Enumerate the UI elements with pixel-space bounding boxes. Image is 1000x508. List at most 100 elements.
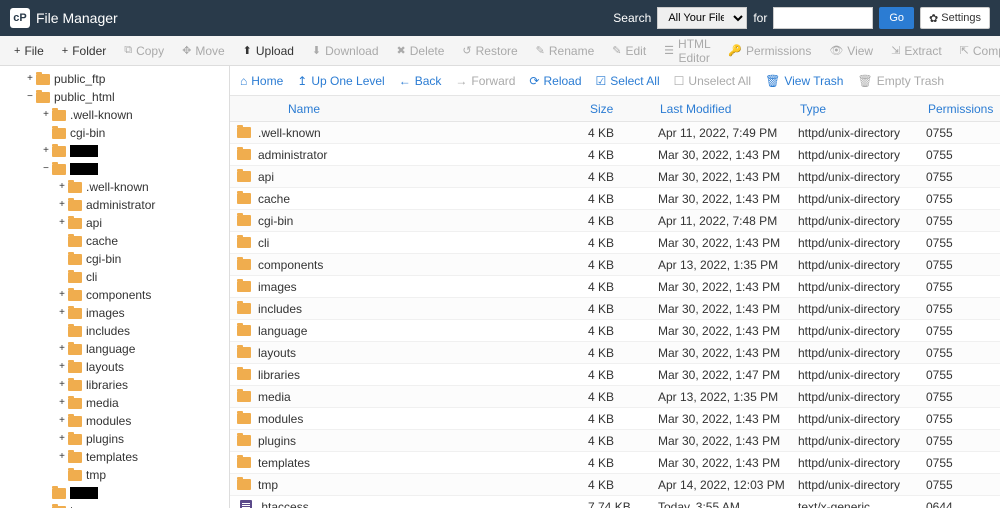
tree-item[interactable]: − — [0, 160, 229, 178]
expander-icon[interactable]: + — [56, 434, 68, 445]
expander-icon[interactable]: + — [56, 398, 68, 409]
extract-button[interactable]: ⇲Extract — [883, 40, 950, 62]
tree-item[interactable]: +.well-known — [0, 106, 229, 124]
expander-icon[interactable]: − — [24, 92, 36, 103]
table-row[interactable]: media4 KBApr 13, 2022, 1:35 PMhttpd/unix… — [230, 386, 1000, 408]
col-type[interactable]: Type — [800, 102, 928, 116]
search-scope-select[interactable]: All Your Files — [657, 7, 747, 29]
table-row[interactable]: cgi-bin4 KBApr 11, 2022, 7:48 PMhttpd/un… — [230, 210, 1000, 232]
delete-button[interactable]: ✖Delete — [389, 40, 453, 62]
table-row[interactable]: libraries4 KBMar 30, 2022, 1:47 PMhttpd/… — [230, 364, 1000, 386]
cell-modified: Apr 13, 2022, 1:35 PM — [658, 258, 798, 272]
tree-item[interactable]: cgi-bin — [0, 124, 229, 142]
select-all-button[interactable]: ☑Select All — [596, 74, 660, 88]
search-input[interactable] — [773, 7, 873, 29]
table-row[interactable]: .well-known4 KBApr 11, 2022, 7:49 PMhttp… — [230, 122, 1000, 144]
tree-item[interactable]: +modules — [0, 412, 229, 430]
forward-button[interactable]: →Forward — [455, 74, 515, 88]
tree-item[interactable]: cli — [0, 268, 229, 286]
tree-item[interactable]: tmp — [0, 502, 229, 508]
tree-item[interactable] — [0, 484, 229, 502]
folder-button[interactable]: +Folder — [54, 40, 114, 62]
tree-item[interactable]: +images — [0, 304, 229, 322]
up-button[interactable]: ↥Up One Level — [297, 74, 384, 88]
table-row[interactable]: includes4 KBMar 30, 2022, 1:43 PMhttpd/u… — [230, 298, 1000, 320]
go-button[interactable]: Go — [879, 7, 914, 29]
col-permissions[interactable]: Permissions — [928, 102, 998, 116]
cell-permissions: 0755 — [926, 214, 996, 228]
tree-item[interactable]: +.well-known — [0, 178, 229, 196]
tree-item[interactable]: +api — [0, 214, 229, 232]
expander-icon[interactable]: + — [56, 308, 68, 319]
unselect-all-button[interactable]: ☐Unselect All — [674, 74, 751, 88]
table-row[interactable]: cli4 KBMar 30, 2022, 1:43 PMhttpd/unix-d… — [230, 232, 1000, 254]
compress-button[interactable]: ⇱Compress — [952, 40, 1000, 62]
table-row[interactable]: components4 KBApr 13, 2022, 1:35 PMhttpd… — [230, 254, 1000, 276]
htmleditor-button[interactable]: ☰HTML Editor — [656, 33, 718, 69]
tree-item[interactable]: +language — [0, 340, 229, 358]
edit-button[interactable]: ✎Edit — [604, 40, 654, 62]
tree-item[interactable]: +media — [0, 394, 229, 412]
back-button[interactable]: ←Back — [399, 74, 442, 88]
file-button[interactable]: +File — [6, 40, 52, 62]
table-row[interactable]: layouts4 KBMar 30, 2022, 1:43 PMhttpd/un… — [230, 342, 1000, 364]
expander-icon[interactable]: + — [56, 200, 68, 211]
app-title: File Manager — [36, 10, 118, 26]
folder-tree[interactable]: +public_ftp−public_html+.well-knowncgi-b… — [0, 66, 230, 508]
expander-icon[interactable]: + — [56, 344, 68, 355]
table-row[interactable]: language4 KBMar 30, 2022, 1:43 PMhttpd/u… — [230, 320, 1000, 342]
expander-icon[interactable]: + — [56, 362, 68, 373]
permissions-button[interactable]: 🔑Permissions — [720, 40, 819, 62]
tree-item[interactable]: −public_html — [0, 88, 229, 106]
tree-item[interactable]: +components — [0, 286, 229, 304]
tree-item[interactable]: +templates — [0, 448, 229, 466]
expander-icon[interactable]: + — [40, 146, 52, 157]
expander-icon[interactable]: + — [40, 110, 52, 121]
tree-item[interactable]: includes — [0, 322, 229, 340]
upload-button[interactable]: ⬆Upload — [235, 40, 302, 62]
file-list[interactable]: .well-known4 KBApr 11, 2022, 7:49 PMhttp… — [230, 122, 1000, 508]
tree-item[interactable]: tmp — [0, 466, 229, 484]
view-trash-button[interactable]: 🗑View Trash — [765, 74, 843, 88]
table-row[interactable]: cache4 KBMar 30, 2022, 1:43 PMhttpd/unix… — [230, 188, 1000, 210]
table-row[interactable]: images4 KBMar 30, 2022, 1:43 PMhttpd/uni… — [230, 276, 1000, 298]
tree-item[interactable]: +public_ftp — [0, 70, 229, 88]
copy-button[interactable]: ⧉Copy — [116, 40, 172, 62]
home-button[interactable]: ⌂Home — [240, 74, 283, 88]
cell-type: httpd/unix-directory — [798, 192, 926, 206]
expander-icon[interactable]: − — [40, 164, 52, 175]
reload-button[interactable]: ⟳Reload — [529, 74, 581, 88]
table-row[interactable]: .htaccess7.74 KBToday, 3:55 AMtext/x-gen… — [230, 496, 1000, 508]
table-row[interactable]: administrator4 KBMar 30, 2022, 1:43 PMht… — [230, 144, 1000, 166]
expander-icon[interactable]: + — [56, 218, 68, 229]
expander-icon[interactable]: + — [56, 380, 68, 391]
settings-button[interactable]: ✿Settings — [920, 7, 990, 29]
table-row[interactable]: plugins4 KBMar 30, 2022, 1:43 PMhttpd/un… — [230, 430, 1000, 452]
col-size[interactable]: Size — [590, 102, 660, 116]
table-row[interactable]: templates4 KBMar 30, 2022, 1:43 PMhttpd/… — [230, 452, 1000, 474]
col-name[interactable]: Name — [260, 102, 590, 116]
tree-item[interactable]: + — [0, 142, 229, 160]
download-button[interactable]: ⬇Download — [304, 40, 387, 62]
restore-button[interactable]: ↺Restore — [454, 40, 525, 62]
expander-icon[interactable]: + — [56, 182, 68, 193]
col-modified[interactable]: Last Modified — [660, 102, 800, 116]
expander-icon[interactable]: + — [56, 290, 68, 301]
table-row[interactable]: tmp4 KBApr 14, 2022, 12:03 PMhttpd/unix-… — [230, 474, 1000, 496]
table-row[interactable]: modules4 KBMar 30, 2022, 1:43 PMhttpd/un… — [230, 408, 1000, 430]
table-row[interactable]: api4 KBMar 30, 2022, 1:43 PMhttpd/unix-d… — [230, 166, 1000, 188]
tree-item[interactable]: cache — [0, 232, 229, 250]
empty-trash-button[interactable]: 🗑Empty Trash — [857, 74, 944, 88]
rename-button[interactable]: ✎Rename — [528, 40, 603, 62]
cell-name: administrator — [258, 148, 588, 162]
tree-item[interactable]: cgi-bin — [0, 250, 229, 268]
move-button[interactable]: ✥Move — [174, 40, 233, 62]
tree-item[interactable]: +layouts — [0, 358, 229, 376]
expander-icon[interactable]: + — [24, 74, 36, 85]
expander-icon[interactable]: + — [56, 452, 68, 463]
view-button[interactable]: 👁View — [821, 40, 881, 62]
tree-item[interactable]: +administrator — [0, 196, 229, 214]
expander-icon[interactable]: + — [56, 416, 68, 427]
tree-item[interactable]: +libraries — [0, 376, 229, 394]
tree-item[interactable]: +plugins — [0, 430, 229, 448]
